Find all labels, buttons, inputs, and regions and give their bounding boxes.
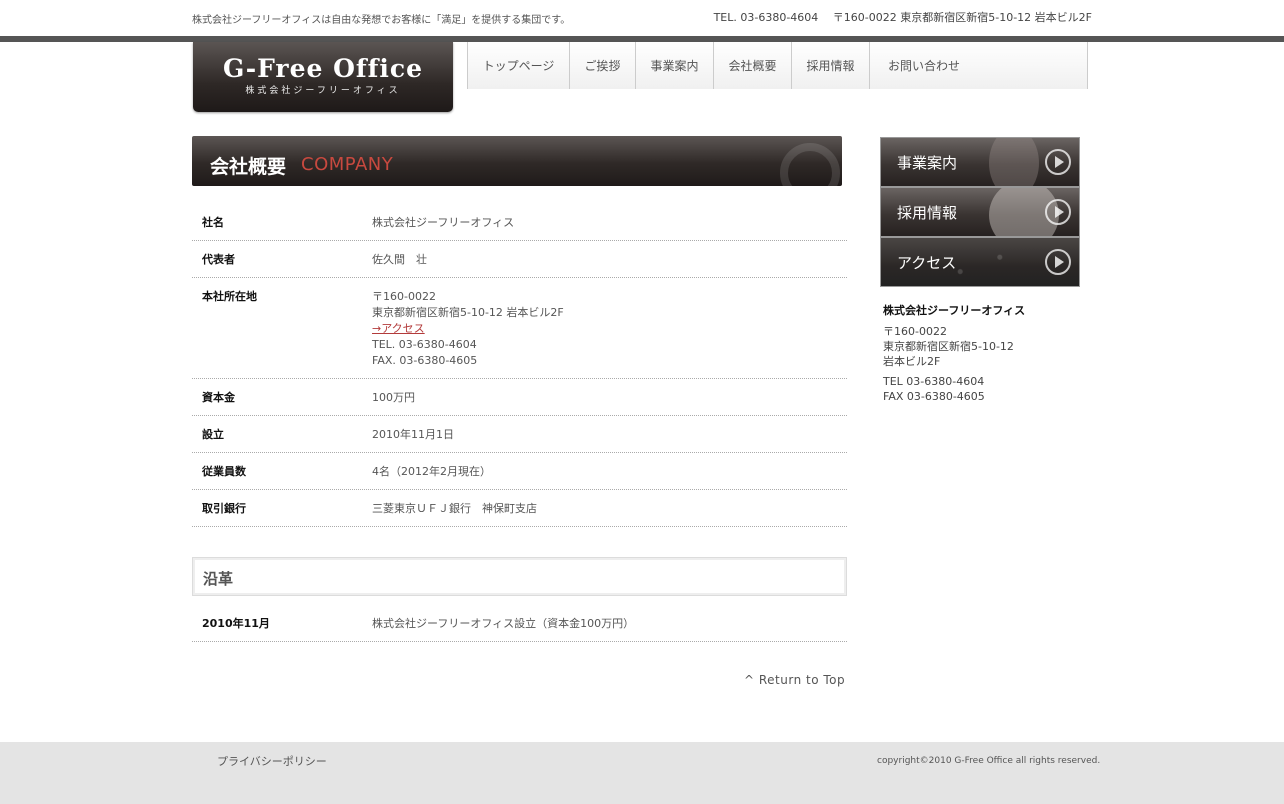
history-table: 2010年11月 株式会社ジーフリーオフィス設立（資本金100万円） xyxy=(192,605,847,642)
address-line: 東京都新宿区新宿5-10-12 岩本ビル2F xyxy=(372,306,564,319)
nav-item-greeting[interactable]: ご挨拶 xyxy=(570,42,636,89)
sidebar-company-info: 株式会社ジーフリーオフィス 〒160-0022 東京都新宿区新宿5-10-12 … xyxy=(883,303,1083,404)
history-event: 株式会社ジーフリーオフィス設立（資本金100万円） xyxy=(372,617,635,630)
banner-label: アクセス xyxy=(897,254,957,272)
sidebar-address2: 岩本ビル2F xyxy=(883,355,941,368)
play-arrow-icon xyxy=(1045,249,1071,275)
row-label: 本社所在地 xyxy=(202,290,257,303)
play-arrow-icon xyxy=(1045,199,1071,225)
play-arrow-icon xyxy=(1045,149,1071,175)
table-row: 代表者 佐久間 壮 xyxy=(192,241,847,278)
row-value: 佐久間 壮 xyxy=(372,253,427,266)
nav-item-business[interactable]: 事業案内 xyxy=(636,42,714,89)
access-link[interactable]: →アクセス xyxy=(372,322,425,335)
global-nav: トップページ ご挨拶 事業案内 会社概要 採用情報 お問い合わせ xyxy=(467,42,1088,89)
sidebar-company-name: 株式会社ジーフリーオフィス xyxy=(883,304,1026,317)
row-value: 三菱東京ＵＦＪ銀行 神保町支店 xyxy=(372,502,537,515)
sidebar-banner-recruit[interactable]: 採用情報 xyxy=(880,187,1080,237)
site-logo[interactable]: G-Free Office 株式会社ジーフリーオフィス xyxy=(193,42,453,112)
address-fax: FAX. 03-6380-4605 xyxy=(372,354,478,367)
table-row: 設立 2010年11月1日 xyxy=(192,416,847,453)
row-label: 資本金 xyxy=(202,391,235,404)
history-title: 沿革 xyxy=(203,570,234,588)
row-value: 2010年11月1日 xyxy=(372,428,454,441)
row-value: 100万円 xyxy=(372,391,415,404)
header-contact: TEL. 03-6380-4604 〒160-0022 東京都新宿区新宿5-10… xyxy=(713,11,1092,24)
table-row: 従業員数 4名（2012年2月現在） xyxy=(192,453,847,490)
row-value: 株式会社ジーフリーオフィス xyxy=(372,216,515,229)
page-heading: 会社概要 COMPANY xyxy=(192,136,842,186)
banner-label: 採用情報 xyxy=(897,204,958,222)
copyright-text: copyright©2010 G-Free Office all rights … xyxy=(877,756,1101,766)
banner-label: 事業案内 xyxy=(897,154,958,172)
sidebar-tel: TEL 03-6380-4604 xyxy=(883,375,985,388)
nav-item-company[interactable]: 会社概要 xyxy=(714,42,792,89)
sidebar-address1: 東京都新宿区新宿5-10-12 xyxy=(883,340,1014,353)
logo-sub-text: 株式会社ジーフリーオフィス xyxy=(245,86,401,96)
logo-main-text: G-Free Office xyxy=(222,54,424,83)
row-value: 4名（2012年2月現在） xyxy=(372,465,491,478)
company-info-table: 社名 株式会社ジーフリーオフィス 代表者 佐久間 壮 本社所在地 〒160-00… xyxy=(192,204,847,527)
nav-item-contact[interactable]: お問い合わせ xyxy=(870,42,978,89)
history-heading-box: 沿革 xyxy=(192,557,847,596)
privacy-policy-link[interactable]: プライバシーポリシー xyxy=(217,753,327,769)
return-to-top-link[interactable]: ^ Return to Top xyxy=(744,673,845,687)
site-tagline: 株式会社ジーフリーオフィスは自由な発想でお客様に「満足」を提供する集団です。 xyxy=(192,15,571,26)
sidebar-banner-business[interactable]: 事業案内 xyxy=(880,137,1080,187)
sidebar-banner-access[interactable]: アクセス xyxy=(880,237,1080,287)
table-row: 取引銀行 三菱東京ＵＦＪ銀行 神保町支店 xyxy=(192,490,847,527)
table-row: 資本金 100万円 xyxy=(192,379,847,416)
address-tel: TEL. 03-6380-4604 xyxy=(372,338,477,351)
ring-decoration-icon xyxy=(780,143,840,186)
table-row: 本社所在地 〒160-0022 東京都新宿区新宿5-10-12 岩本ビル2F →… xyxy=(192,278,847,379)
row-label: 従業員数 xyxy=(202,465,246,478)
sidebar-postal: 〒160-0022 xyxy=(883,325,947,338)
nav-item-recruit[interactable]: 採用情報 xyxy=(792,42,870,89)
row-label: 取引銀行 xyxy=(202,502,246,515)
page-title-en: COMPANY xyxy=(301,154,394,175)
site-footer: プライバシーポリシー copyright©2010 G-Free Office … xyxy=(0,742,1284,804)
row-label: 設立 xyxy=(202,428,224,441)
address-block: 〒160-0022 東京都新宿区新宿5-10-12 岩本ビル2F →アクセス T… xyxy=(372,289,847,369)
banner-photo xyxy=(989,138,1039,186)
row-label: 代表者 xyxy=(202,253,235,266)
address-postal: 〒160-0022 xyxy=(372,290,436,303)
sidebar-fax: FAX 03-6380-4605 xyxy=(883,390,985,403)
history-date: 2010年11月 xyxy=(202,617,270,630)
table-row: 社名 株式会社ジーフリーオフィス xyxy=(192,204,847,241)
table-row: 2010年11月 株式会社ジーフリーオフィス設立（資本金100万円） xyxy=(192,605,847,642)
nav-item-top[interactable]: トップページ xyxy=(468,42,570,89)
page-title: 会社概要 xyxy=(210,156,287,178)
row-label: 社名 xyxy=(202,216,224,229)
